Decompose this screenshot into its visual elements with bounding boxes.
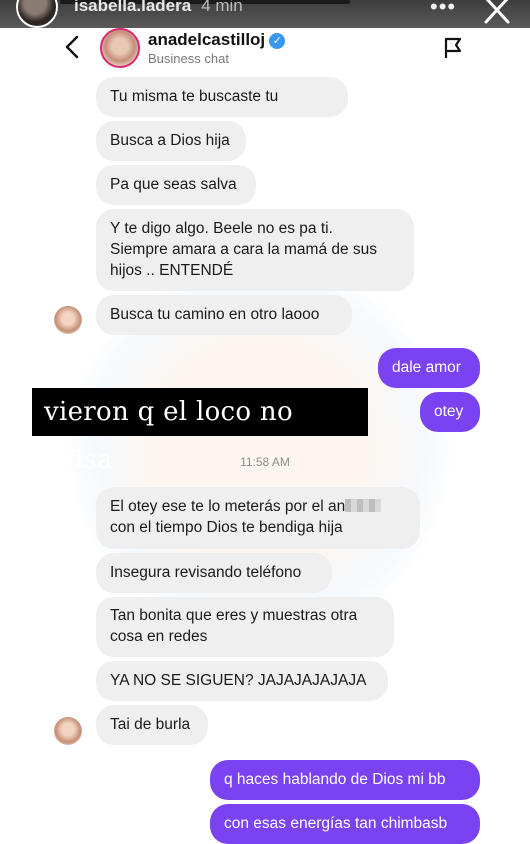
story-time: 4 min (201, 0, 243, 15)
message-text: Insegura revisando teléfono (110, 564, 302, 581)
more-dots-icon[interactable]: ••• (430, 0, 456, 20)
message-text-line-1: El otey ese te lo meterás por el an (110, 496, 406, 517)
message-text: Busca a Dios hija (110, 132, 230, 149)
story-avatar[interactable] (16, 0, 58, 28)
story-username[interactable]: isabella.ladera 4 min (74, 0, 243, 16)
message-received[interactable]: Tan bonita que eres y muestras otra cosa… (96, 597, 394, 657)
flag-icon[interactable] (442, 36, 464, 60)
message-received[interactable]: Tu misma te buscaste tu condena (96, 77, 348, 145)
story-header: isabella.ladera 4 min ••• (0, 0, 530, 28)
message-received[interactable]: Pa que seas salva (96, 165, 256, 205)
message-received[interactable]: Tai de burla (96, 705, 208, 745)
business-chat-label: Business chat (148, 51, 229, 66)
message-text: dale amor (392, 359, 461, 376)
chat-header: anadelcastilloj ✓ Business chat (0, 28, 530, 72)
message-received[interactable]: El otey ese te lo meterás por el an con … (96, 487, 420, 549)
message-text: con esas energías tan chimbasb (224, 815, 448, 832)
message-sent[interactable]: con esas energías tan chimbasb (210, 804, 480, 844)
message-sent[interactable]: dale amor (378, 348, 480, 388)
message-received[interactable]: Busca a Dios hija (96, 121, 246, 161)
message-text: Tan bonita que eres y muestras otra cosa… (110, 607, 358, 645)
back-chevron-icon[interactable] (62, 34, 84, 60)
contact-name-text: anadelcastilloj (148, 30, 266, 49)
message-text: El otey ese te lo meterás por el an (110, 498, 346, 515)
message-text: otey (434, 403, 464, 420)
message-sent[interactable]: otey (420, 392, 480, 432)
contact-name[interactable]: anadelcastilloj ✓ (148, 30, 286, 50)
message-received[interactable]: YA NO SE SIGUEN? JAJAJAJAJAJA (96, 661, 388, 701)
message-text: YA NO SE SIGUEN? JAJAJAJAJAJA (110, 672, 367, 689)
message-sent[interactable]: q haces hablando de Dios mi bb (210, 760, 480, 800)
message-text-line-2: con el tiempo Dios te bendiga hija (110, 519, 343, 536)
verified-icon: ✓ (269, 33, 286, 49)
message-text: Y te digo algo. Beele no es pa ti. Siemp… (110, 220, 378, 279)
message-received[interactable]: Y te digo algo. Beele no es pa ti. Siemp… (96, 209, 414, 291)
message-received[interactable]: Busca tu camino en otro laooo (96, 295, 352, 335)
message-received[interactable]: Insegura revisando teléfono (96, 553, 332, 593)
censor-blur (345, 499, 382, 512)
message-text: Pa que seas salva (110, 176, 237, 193)
sender-avatar[interactable] (54, 717, 82, 745)
close-icon[interactable] (480, 0, 514, 26)
sender-avatar[interactable] (54, 306, 82, 334)
message-text: q haces hablando de Dios mi bb (224, 771, 446, 788)
message-text: Tai de burla (110, 716, 191, 733)
message-text: Busca tu camino en otro laooo (110, 306, 320, 323)
story-username-text: isabella.ladera (74, 0, 192, 15)
contact-avatar[interactable] (100, 28, 140, 68)
story-caption-text: vieron q el loco no avisa (32, 388, 368, 475)
